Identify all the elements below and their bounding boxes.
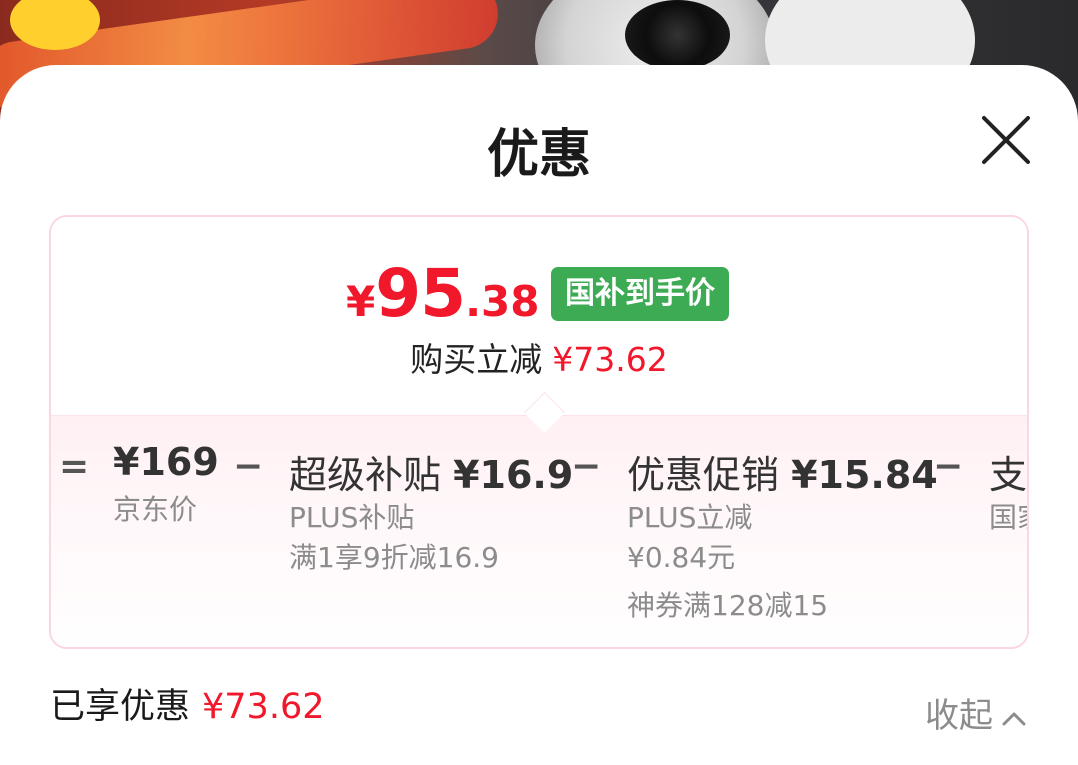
instant-discount-label: 购买立减 [410,340,543,379]
plus-discount-label: PLUS立减 [627,501,753,534]
plus-subsidy-label: PLUS补贴 [289,501,415,534]
instant-discount: 购买立减 ¥73.62 [51,333,1027,381]
final-price-section: ¥95.38 国补到手价 购买立减 ¥73.62 [51,217,1027,415]
subsidy-price-badge: 国补到手价 [551,267,729,321]
enjoyed-discount: 已享优惠 ¥73.62 [50,678,324,729]
enjoyed-discount-value: ¥73.62 [202,687,325,727]
final-price: ¥95.38 [346,255,540,332]
price-currency: ¥ [346,277,376,326]
close-icon[interactable] [978,112,1034,168]
super-subsidy-amount: 超级补贴 ¥16.9 [289,453,574,497]
sheet-title: 优惠 [486,125,591,185]
price-integer: 95 [375,255,466,332]
jd-price-label: 京东价 [113,493,198,526]
national-subsidy-label: 国家 [989,501,1027,534]
collapse-button[interactable]: 收起 [925,688,1027,737]
enjoyed-discount-label: 已享优惠 [50,687,191,727]
minus-sign: − [933,446,964,487]
minus-sign: − [571,446,602,487]
price-breakdown-card: ¥95.38 国补到手价 购买立减 ¥73.62 = ¥169 京东价 − 超级补… [49,215,1029,649]
plus-discount-value: ¥0.84元 [627,541,736,574]
minus-sign: − [233,446,264,487]
chevron-up-icon [1002,712,1026,725]
payment-discount-amount: 支付 [989,453,1028,497]
breakdown-section[interactable]: = ¥169 京东价 − 超级补贴 ¥16.9 PLUS补贴 满1享9折减16.… [51,415,1028,647]
camera-lens-image [625,0,730,70]
coupon-rule: 神券满128减15 [627,589,829,622]
subsidy-rule: 满1享9折减16.9 [289,541,499,574]
equals-sign: = [59,446,90,487]
jd-price-amount: ¥169 [113,440,219,484]
collapse-label: 收起 [925,696,993,736]
promotion-amount: 优惠促销 ¥15.84 [627,453,938,497]
instant-discount-value: ¥73.62 [552,340,668,379]
price-decimal: .38 [465,277,540,326]
